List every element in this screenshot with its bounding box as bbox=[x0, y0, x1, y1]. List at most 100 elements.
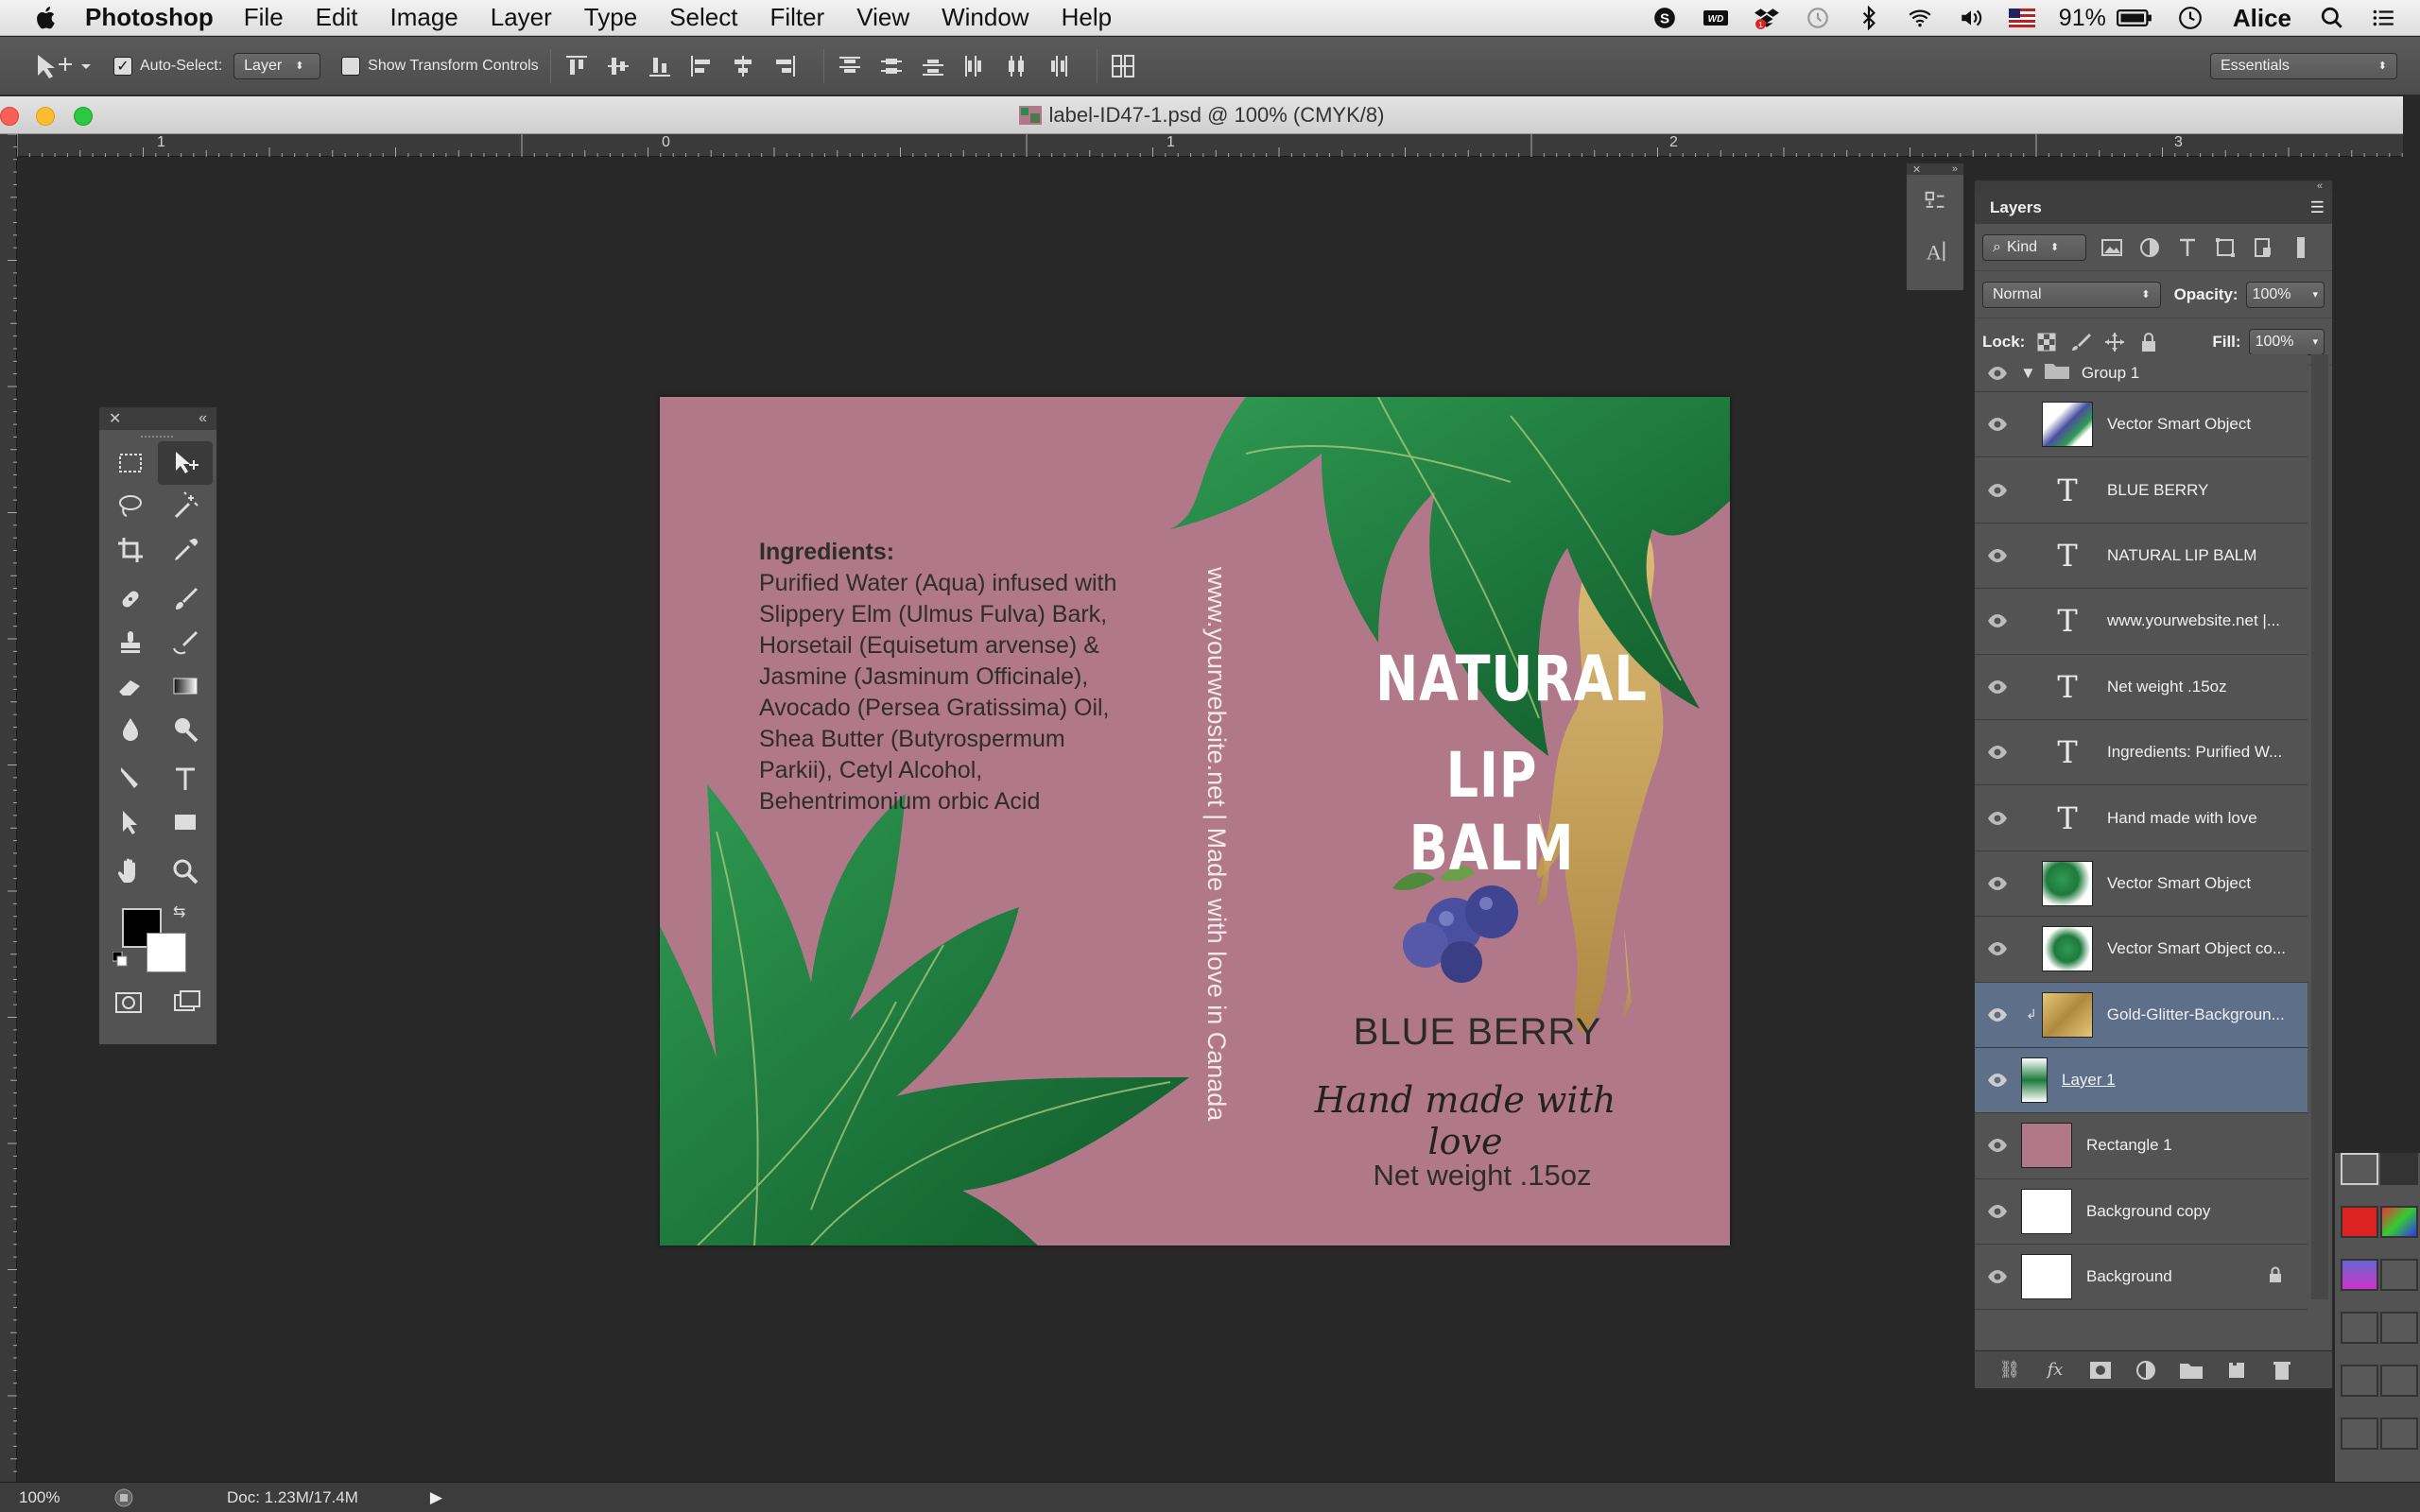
type-filter-icon[interactable] bbox=[2175, 235, 2200, 260]
link-layers-icon[interactable]: ⛓ bbox=[1996, 1358, 2024, 1383]
visibility-eye-icon[interactable] bbox=[1975, 811, 2020, 826]
camera-icon[interactable] bbox=[2380, 1153, 2418, 1185]
menu-filter[interactable]: Filter bbox=[769, 3, 824, 32]
clone-stamp-tool[interactable] bbox=[103, 621, 158, 664]
user-menu[interactable]: Alice bbox=[2233, 4, 2291, 33]
layer-style-fx-icon[interactable]: fx bbox=[2041, 1358, 2069, 1383]
tab-layers[interactable]: Layers bbox=[1984, 195, 2048, 221]
proof-setup-icon[interactable] bbox=[113, 1487, 134, 1508]
path-selection-tool[interactable] bbox=[103, 800, 158, 844]
clock-icon[interactable] bbox=[2176, 6, 2204, 30]
opacity-input[interactable]: 100% ▾ bbox=[2245, 281, 2325, 308]
lasso-tool[interactable] bbox=[103, 485, 158, 528]
collapse-panel-icon[interactable]: « bbox=[2317, 180, 2323, 192]
swatch-button[interactable] bbox=[2341, 1312, 2378, 1344]
spot-healing-brush-tool[interactable] bbox=[103, 577, 158, 621]
minimize-window-button[interactable] bbox=[36, 107, 55, 126]
layers-scrollbar[interactable] bbox=[2311, 354, 2328, 1299]
layer-row[interactable]: T BLUE BERRY bbox=[1975, 457, 2308, 524]
layer-row-group[interactable]: ▼ Group 1 bbox=[1975, 354, 2308, 392]
align-horizontal-centers-icon[interactable] bbox=[729, 52, 757, 80]
distribute-top-icon[interactable] bbox=[836, 52, 864, 80]
align-top-edges-icon[interactable] bbox=[562, 52, 591, 80]
visibility-eye-icon[interactable] bbox=[1975, 366, 2020, 381]
layer-row[interactable]: Vector Smart Object co... bbox=[1975, 917, 2308, 983]
align-bottom-edges-icon[interactable] bbox=[646, 52, 674, 80]
background-color[interactable] bbox=[147, 933, 186, 972]
eyedropper-tool[interactable] bbox=[158, 528, 213, 572]
visibility-eye-icon[interactable] bbox=[1975, 1204, 2020, 1219]
panel-grip[interactable] bbox=[99, 430, 216, 441]
skype-icon[interactable]: S bbox=[1651, 6, 1679, 30]
distribute-horizontal-centers-icon[interactable] bbox=[1002, 52, 1030, 80]
visibility-eye-icon[interactable] bbox=[1975, 613, 2020, 628]
delete-layer-trash-icon[interactable] bbox=[2268, 1358, 2296, 1383]
visibility-eye-icon[interactable] bbox=[1975, 745, 2020, 760]
new-group-folder-icon[interactable] bbox=[2177, 1358, 2205, 1383]
expand-panel-icon[interactable]: » bbox=[1952, 163, 1958, 175]
chevron-down-icon[interactable]: ▾ bbox=[2312, 335, 2318, 348]
swatch-button[interactable] bbox=[2380, 1365, 2418, 1397]
align-left-edges-icon[interactable] bbox=[687, 52, 716, 80]
add-mask-icon[interactable] bbox=[2086, 1358, 2115, 1383]
close-panel-icon[interactable]: ✕ bbox=[1912, 163, 1921, 176]
menu-view[interactable]: View bbox=[856, 3, 909, 32]
zoom-tool[interactable] bbox=[158, 850, 213, 893]
menu-image[interactable]: Image bbox=[389, 3, 458, 32]
magic-wand-tool[interactable] bbox=[158, 485, 213, 528]
wd-icon[interactable]: WD bbox=[1702, 6, 1730, 30]
wifi-icon[interactable] bbox=[1906, 6, 1934, 30]
layer-row[interactable]: T Ingredients: Purified W... bbox=[1975, 719, 2308, 786]
screen-mode-icon[interactable] bbox=[172, 988, 202, 1018]
menu-file[interactable]: File bbox=[244, 3, 284, 32]
default-colors-icon[interactable] bbox=[112, 951, 128, 967]
layer-row[interactable]: T Net weight .15oz bbox=[1975, 654, 2308, 720]
layer-row[interactable]: Vector Smart Object bbox=[1975, 850, 2308, 918]
close-window-button[interactable] bbox=[0, 107, 19, 126]
dodge-tool[interactable] bbox=[158, 708, 213, 751]
layer-row[interactable]: ↲ Gold-Glitter-Backgroun... bbox=[1975, 982, 2308, 1048]
new-layer-icon[interactable] bbox=[2222, 1358, 2251, 1383]
distribute-right-icon[interactable] bbox=[1044, 52, 1072, 80]
eraser-tool[interactable] bbox=[103, 664, 158, 708]
visibility-eye-icon[interactable] bbox=[1975, 1007, 2020, 1022]
swatch-button[interactable] bbox=[2341, 1259, 2378, 1291]
layer-row[interactable]: T www.yourwebsite.net |... bbox=[1975, 589, 2308, 655]
lock-all-icon[interactable] bbox=[2138, 332, 2159, 352]
swatch-button[interactable] bbox=[2341, 1418, 2378, 1450]
lock-position-icon[interactable] bbox=[2104, 332, 2125, 352]
crop-tool[interactable] bbox=[103, 528, 158, 572]
swatch-button[interactable] bbox=[2380, 1418, 2418, 1450]
document-canvas[interactable]: Ingredients: Purified Water (Aqua) infus… bbox=[660, 397, 1730, 1246]
layer-row[interactable]: Layer 1 bbox=[1975, 1047, 2308, 1114]
type-tool[interactable] bbox=[158, 757, 213, 800]
vertical-ruler[interactable] bbox=[0, 134, 17, 1484]
chevron-down-icon[interactable]: ▾ bbox=[2312, 288, 2318, 301]
adjustment-layer-icon[interactable] bbox=[2132, 1358, 2160, 1383]
apple-icon[interactable] bbox=[32, 4, 60, 32]
visibility-eye-icon[interactable] bbox=[1975, 483, 2020, 498]
align-right-edges-icon[interactable] bbox=[770, 52, 799, 80]
blend-mode-dropdown[interactable]: Normal ⬍ bbox=[1982, 281, 2161, 308]
layer-row[interactable]: Background copy bbox=[1975, 1178, 2308, 1246]
swatch-button[interactable] bbox=[2380, 1206, 2418, 1238]
history-panel-icon[interactable] bbox=[1916, 184, 1954, 222]
filter-kind-dropdown[interactable]: ⌕ Kind ⬍ bbox=[1982, 233, 2086, 261]
pen-tool[interactable] bbox=[103, 757, 158, 800]
visibility-eye-icon[interactable] bbox=[1975, 679, 2020, 695]
zoom-level[interactable]: 100% bbox=[19, 1488, 95, 1507]
menu-type[interactable]: Type bbox=[584, 3, 637, 32]
visibility-eye-icon[interactable] bbox=[1975, 876, 2020, 891]
tool-preset-picker[interactable] bbox=[30, 47, 93, 85]
volume-icon[interactable] bbox=[1957, 6, 1985, 30]
auto-select-checkbox[interactable]: ✓ bbox=[113, 56, 132, 76]
history-brush-tool[interactable] bbox=[158, 621, 213, 664]
blur-tool[interactable] bbox=[103, 708, 158, 751]
shape-filter-icon[interactable] bbox=[2213, 235, 2238, 260]
lock-image-pixels-icon[interactable] bbox=[2070, 332, 2092, 352]
brush-tool[interactable] bbox=[158, 577, 213, 621]
layer-row[interactable]: Vector Smart Object bbox=[1975, 392, 2308, 458]
notification-center-icon[interactable] bbox=[2369, 6, 2397, 30]
distribute-bottom-icon[interactable] bbox=[919, 52, 947, 80]
filter-toggle-icon[interactable] bbox=[2289, 235, 2313, 260]
